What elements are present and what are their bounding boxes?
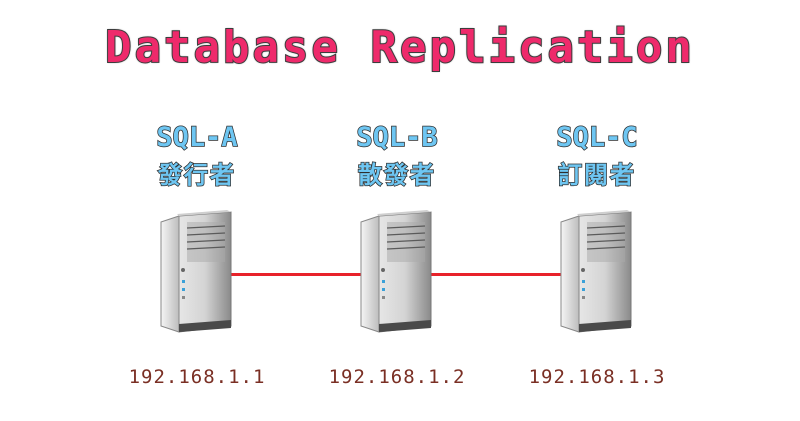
node-role-sql-b: 散發者 <box>357 160 436 190</box>
server-icon <box>560 210 632 333</box>
node-name-sql-a: SQL-A <box>156 121 239 154</box>
node-ip-sql-a: 192.168.1.1 <box>128 366 266 388</box>
node-ip-sql-b: 192.168.1.2 <box>328 366 466 388</box>
replication-link-b-c <box>426 273 566 276</box>
diagram-canvas: Database Replication SQL-A 發行者 192.168.1… <box>0 0 800 421</box>
server-icon <box>360 210 432 333</box>
node-ip-sql-c: 192.168.1.3 <box>528 366 666 388</box>
node-name-sql-c: SQL-C <box>556 121 639 154</box>
diagram-title: Database Replication <box>104 21 695 74</box>
server-icon <box>160 210 232 333</box>
node-role-sql-c: 訂閱者 <box>557 160 636 190</box>
node-role-sql-a: 發行者 <box>157 160 236 190</box>
replication-link-a-b <box>226 273 366 276</box>
node-name-sql-b: SQL-B <box>356 121 439 154</box>
